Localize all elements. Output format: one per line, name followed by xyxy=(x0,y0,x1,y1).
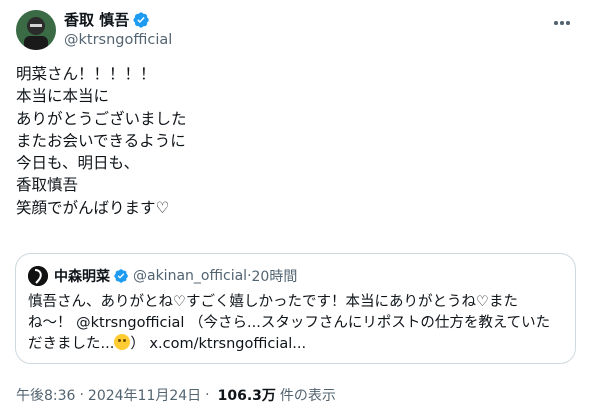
post-line: ありがとうございました xyxy=(16,109,187,128)
quoted-author-handle: @akinan_official xyxy=(133,268,248,284)
quoted-post[interactable]: 中森明菜 @akinan_official · 20時間 慎吾さん、ありがとね♡… xyxy=(15,253,576,364)
author-names: 香取 慎吾 @ktrsngofficial xyxy=(64,10,172,50)
quoted-post-time[interactable]: 20時間 xyxy=(252,266,298,286)
post-date[interactable]: 2024年11月24日 xyxy=(88,385,201,405)
quoted-author-avatar[interactable] xyxy=(28,266,48,286)
verified-badge-icon xyxy=(132,11,150,29)
post-meta: 午後8:36 · 2024年11月24日 · 106.3万 件の表示 xyxy=(16,385,336,405)
view-count: 106.3万 xyxy=(217,388,276,404)
post-text: 明菜さん！！！！！ 本当に本当に ありがとうございました またお会いできるように… xyxy=(16,63,187,219)
view-count-label: 件の表示 xyxy=(279,388,336,404)
post-line: 笑顔でがんばります♡ xyxy=(16,198,170,217)
author-handle[interactable]: @ktrsngofficial xyxy=(64,30,172,50)
quoted-post-text: 慎吾さん、ありがとね♡すごく嬉しかったです！本当にありがとうね♡また ね～！ @… xyxy=(28,292,563,355)
post-line: 明菜さん！！！！！ xyxy=(16,65,156,83)
post-line: 今日も、明日も、 xyxy=(16,154,140,173)
quoted-post-header: 中森明菜 @akinan_official · 20時間 xyxy=(28,266,297,286)
verified-badge-icon xyxy=(113,268,129,284)
quoted-line: 慎吾さん、ありがとね♡すごく嬉しかったです！本当にありがとうね♡また xyxy=(28,294,518,310)
tweet-header: 香取 慎吾 @ktrsngofficial xyxy=(16,10,575,50)
quoted-line-prefix: だきました... xyxy=(28,336,115,352)
more-icon[interactable] xyxy=(549,10,575,36)
post-line: 香取慎吾 xyxy=(16,176,79,195)
separator-dot: · xyxy=(79,387,84,403)
quoted-line: ね～！ @ktrsngofficial （今さら...スタッフさんにリポストの仕… xyxy=(28,315,551,331)
post-line: 本当に本当に xyxy=(16,87,110,106)
author-avatar[interactable] xyxy=(16,10,56,50)
author-display-name[interactable]: 香取 慎吾 xyxy=(64,10,129,30)
tweet: 香取 慎吾 @ktrsngofficial 明菜さん！！！！！ 本当に本当に あ… xyxy=(0,0,591,420)
quoted-author-name[interactable]: 中森明菜 xyxy=(54,266,110,286)
post-line: またお会いできるように xyxy=(16,131,186,150)
post-time[interactable]: 午後8:36 xyxy=(16,385,75,405)
separator-dot: · xyxy=(205,387,210,403)
grinning-sweat-emoji-icon xyxy=(114,334,131,350)
quoted-line-suffix: ） x.com/ktrsngofficial... xyxy=(130,336,307,352)
quoted-line: だきました... ） x.com/ktrsngofficial... xyxy=(28,334,563,355)
